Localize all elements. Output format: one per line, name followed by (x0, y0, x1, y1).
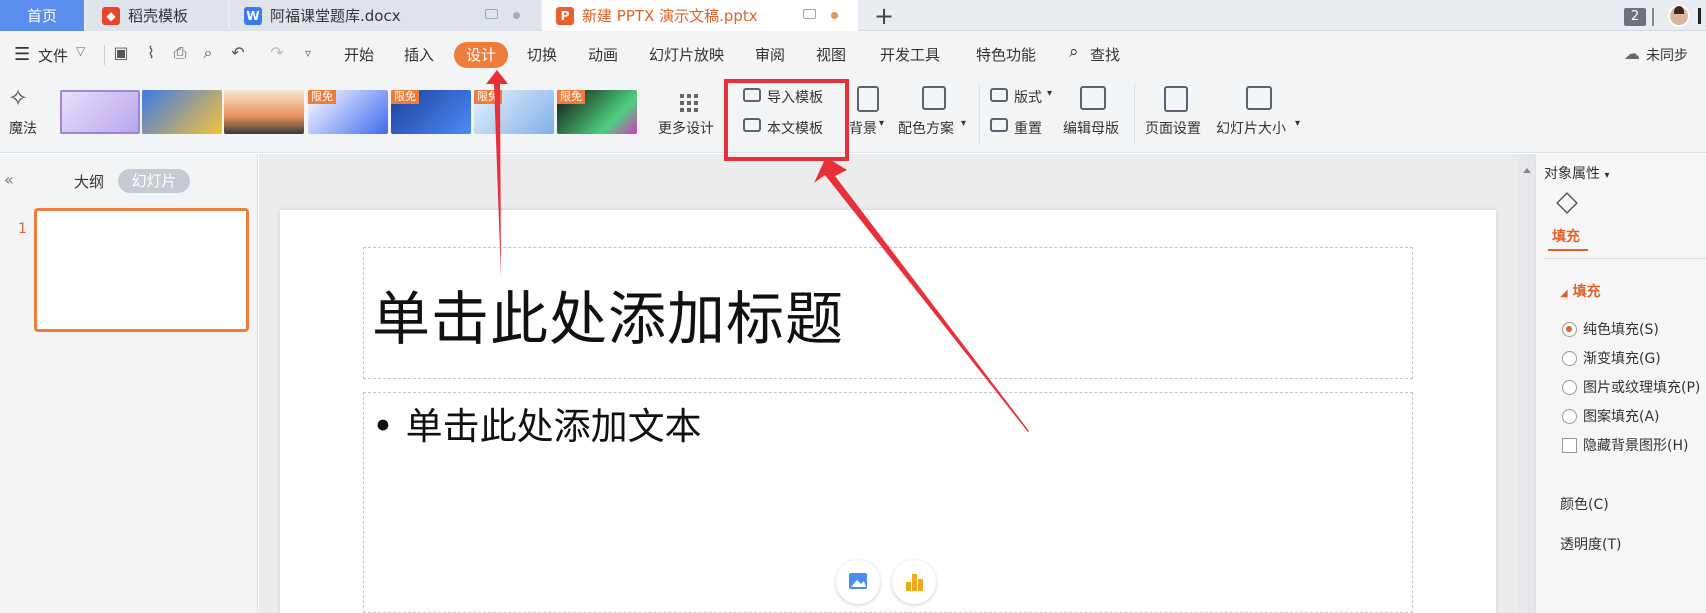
annotation-arrows (486, 70, 1029, 432)
